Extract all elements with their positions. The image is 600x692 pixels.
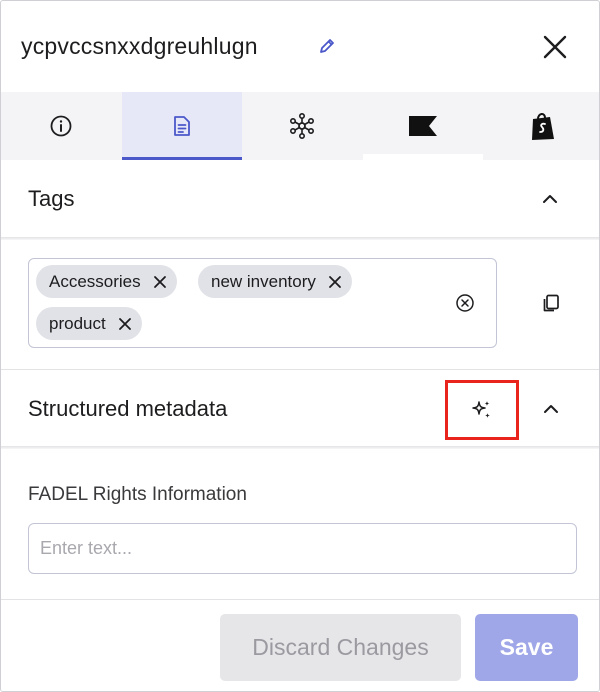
pencil-icon[interactable]	[317, 36, 337, 56]
network-icon	[289, 112, 314, 139]
tag-chip-label: new inventory	[211, 271, 316, 291]
panel-footer: Discard Changes Save	[1, 599, 599, 691]
tag-chip: new inventory	[198, 265, 352, 298]
fadel-rights-label: FADEL Rights Information	[28, 484, 247, 505]
tag-chip: product	[36, 307, 142, 340]
save-button[interactable]: Save	[475, 614, 578, 681]
tab-info[interactable]	[1, 92, 121, 160]
close-icon[interactable]	[541, 33, 569, 61]
shopify-bag-icon	[532, 113, 554, 140]
metadata-section-title: Structured metadata	[28, 396, 228, 421]
divider	[1, 237, 599, 240]
remove-tag-icon[interactable]	[153, 275, 167, 289]
remove-tag-icon[interactable]	[118, 317, 132, 331]
tag-chip: Accessories	[36, 265, 177, 298]
chevron-up-icon[interactable]	[542, 400, 560, 418]
tab-metadata[interactable]	[122, 92, 242, 160]
tags-section-title: Tags	[28, 186, 75, 211]
tab-bar	[1, 92, 599, 160]
info-icon	[50, 115, 72, 137]
tag-chip-label: Accessories	[49, 271, 141, 291]
asset-details-panel: ycpvccsnxxdgreuhlugn Tags Accessories ne…	[0, 0, 600, 692]
flag-icon	[409, 116, 437, 136]
document-icon	[174, 116, 190, 136]
tab-relations[interactable]	[242, 92, 362, 160]
chevron-up-icon[interactable]	[541, 190, 559, 208]
tab-workflow[interactable]	[363, 92, 483, 160]
panel-header: ycpvccsnxxdgreuhlugn	[1, 1, 599, 92]
remove-tag-icon[interactable]	[328, 275, 342, 289]
sparkles-icon	[472, 401, 490, 418]
clear-all-icon[interactable]	[455, 293, 475, 313]
ai-generate-button[interactable]	[445, 380, 519, 440]
tag-chip-label: product	[49, 313, 106, 333]
asset-title: ycpvccsnxxdgreuhlugn	[21, 33, 258, 59]
fadel-rights-input[interactable]	[28, 523, 577, 574]
divider	[1, 446, 599, 449]
tags-section-header[interactable]: Tags	[1, 160, 599, 238]
discard-changes-button[interactable]: Discard Changes	[220, 614, 461, 681]
copy-icon[interactable]	[541, 293, 561, 313]
tab-shopify[interactable]	[483, 92, 599, 160]
